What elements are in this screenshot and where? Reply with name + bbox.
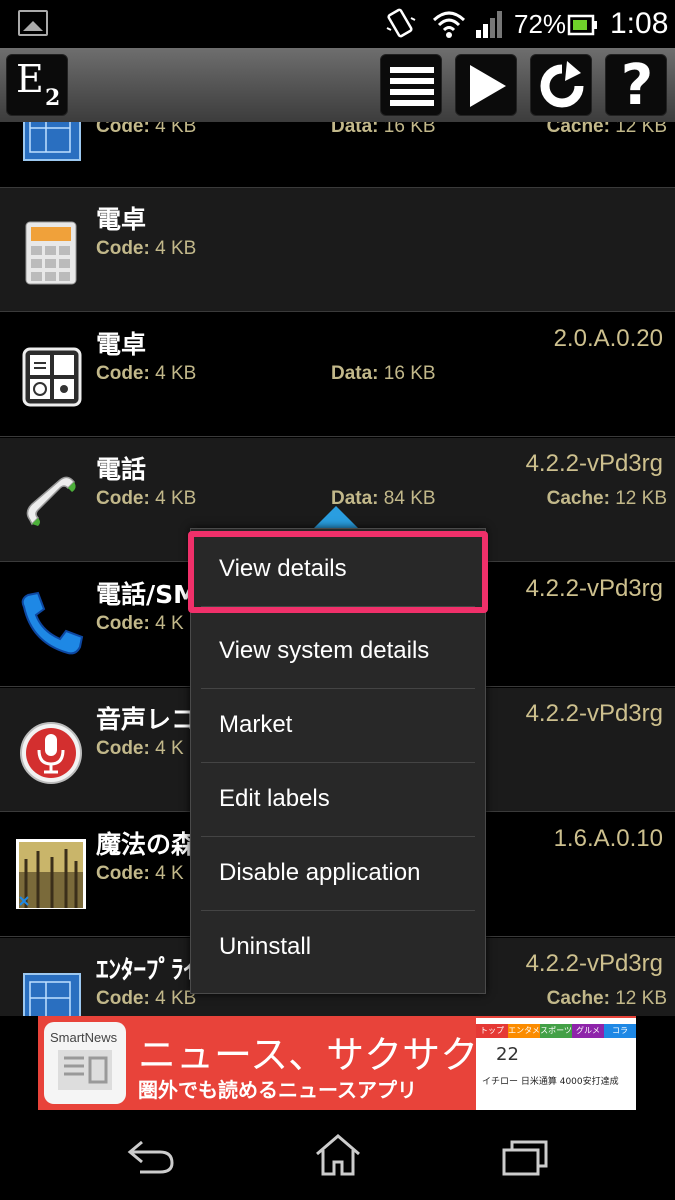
list-item[interactable]: Code: 4 KB Data: 16 KB Cache: 12 KB — [0, 122, 675, 188]
refresh-icon — [540, 61, 584, 108]
code-size: Code: 4 K — [96, 863, 184, 884]
help-icon: ? — [620, 53, 654, 118]
app-name: 魔法の森 — [96, 830, 197, 859]
play-button[interactable] — [455, 54, 517, 116]
app-version: 4.2.2-vPd3rg — [525, 450, 663, 477]
app-version: 4.2.2-vPd3rg — [525, 575, 663, 602]
smartnews-logo: SmartNews — [44, 1022, 126, 1104]
home-icon[interactable] — [313, 1132, 363, 1178]
app-version: 1.6.A.0.10 — [553, 825, 663, 852]
vibrate-icon — [386, 8, 416, 38]
blueprint-icon — [23, 973, 81, 1016]
status-bar: 72% 1:08 — [0, 0, 675, 48]
cache-size: Cache: 12 KB — [546, 988, 667, 1009]
code-size: Code: 4 K — [96, 613, 184, 634]
list-button[interactable] — [380, 54, 442, 116]
menu-item-label: Edit labels — [219, 785, 330, 812]
help-button[interactable]: ? — [605, 53, 667, 118]
ad-title: ニュース、サクサク。 — [138, 1033, 514, 1077]
wifi-icon — [432, 11, 466, 38]
menu-pointer — [314, 506, 358, 528]
play-icon — [470, 65, 506, 107]
gallery-icon — [18, 10, 48, 36]
ad-tab: グルメ — [572, 1024, 604, 1038]
code-size: Code: 4 KB — [96, 988, 197, 1009]
phone-blue-icon — [21, 591, 84, 655]
menu-item-edit-labels[interactable]: Edit labels — [201, 763, 475, 837]
code-size: Code: 4 KB — [96, 363, 197, 384]
app-version: 2.0.A.0.20 — [553, 325, 663, 352]
clock: 1:08 — [610, 7, 669, 40]
code-size: Code: 4 K — [96, 738, 184, 759]
app-version: 4.2.2-vPd3rg — [525, 950, 663, 977]
menu-item-label: View system details — [219, 637, 430, 664]
calculator-dark-icon — [22, 347, 82, 407]
ad-phone-preview: トップ エンタメ スポーツ グルメ コラ 22 イチロー 日米通算 4000安打… — [476, 1018, 636, 1110]
list-item[interactable]: 電卓 2.0.A.0.20 Code: 4 KB Data: 16 KB — [0, 313, 675, 437]
app-version: 4.2.2-vPd3rg — [525, 700, 663, 727]
microphone-icon — [20, 722, 82, 784]
list-item[interactable]: 電卓 Code: 4 KB — [0, 188, 675, 312]
ad-subtitle: 圏外でも読めるニュースアプリ — [138, 1078, 417, 1102]
cache-size: Cache: 12 KB — [546, 122, 667, 137]
ad-tab: トップ — [476, 1024, 508, 1038]
code-size: Code: 4 KB — [96, 238, 197, 259]
app-name: 音声レコ — [96, 705, 197, 734]
ad-phone-date: 22 — [496, 1044, 519, 1065]
battery-percent: 72% — [514, 9, 567, 39]
menu-item-disable-application[interactable]: Disable application — [201, 837, 475, 911]
code-size: Code: 4 KB — [96, 488, 197, 509]
ad-tab: コラ — [604, 1024, 636, 1038]
menu-item-label: Uninstall — [219, 933, 312, 960]
logo-subscript: 2 — [45, 85, 61, 111]
ad-banner[interactable]: SmartNews ニュース、サクサク。 圏外でも読めるニュースアプリ トップ … — [38, 1016, 636, 1110]
back-icon[interactable] — [126, 1136, 176, 1176]
menu-item-market[interactable]: Market — [201, 689, 475, 763]
newspaper-icon — [58, 1050, 112, 1090]
app-logo-button[interactable]: E 2 — [6, 54, 68, 116]
list-icon — [390, 67, 434, 106]
logo-letter: E — [16, 57, 44, 101]
calculator-icon — [25, 221, 77, 285]
menu-item-view-system-details[interactable]: View system details — [201, 615, 475, 689]
app-name: 電卓 — [96, 330, 147, 359]
data-size: Data: 16 KB — [331, 122, 436, 137]
toolbar: E 2 ? — [0, 48, 675, 124]
cache-size: Cache: 12 KB — [546, 488, 667, 509]
code-size: Code: 4 KB — [96, 122, 197, 137]
blueprint-icon — [23, 122, 81, 161]
app-name: 電卓 — [96, 205, 147, 234]
app-name: 電話 — [96, 455, 147, 484]
ad-phone-headline: イチロー 日米通算 4000安打達成 — [482, 1077, 619, 1087]
signal-icon — [476, 11, 502, 38]
forest-icon — [16, 839, 86, 909]
menu-item-label: Disable application — [219, 859, 421, 886]
recent-apps-icon[interactable] — [500, 1138, 550, 1178]
menu-item-label: Market — [219, 711, 293, 738]
data-size: Data: 16 KB — [331, 363, 436, 384]
navigation-bar — [0, 1110, 675, 1200]
app-name: ｴﾝﾀｰﾌﾟﾗｲ — [96, 955, 197, 984]
phone-handset-icon — [26, 476, 76, 526]
ad-tab: エンタメ — [508, 1024, 540, 1038]
refresh-button[interactable] — [530, 54, 592, 116]
menu-item-uninstall[interactable]: Uninstall — [201, 911, 475, 985]
ad-tab: スポーツ — [540, 1024, 572, 1038]
highlight-box — [188, 531, 488, 613]
battery-icon — [567, 14, 597, 36]
app-name: 電話/SM — [96, 580, 199, 609]
